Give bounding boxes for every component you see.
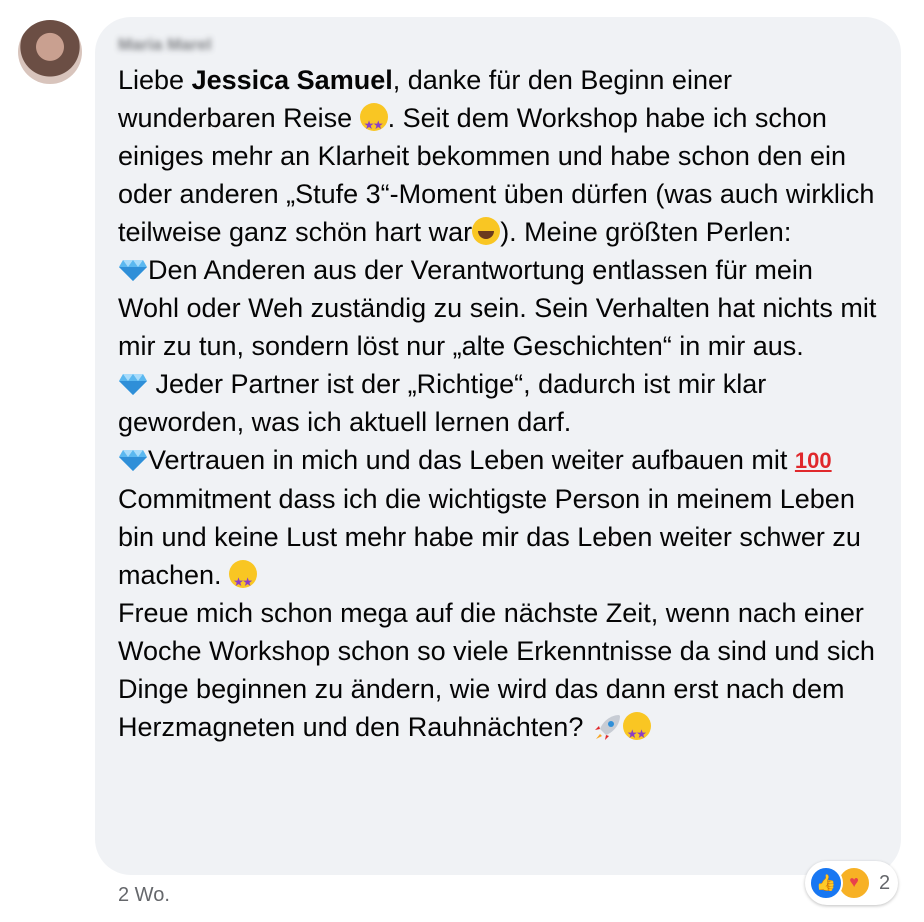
pearl-text: Jeder Partner ist der „Richtige“, dadurc… [118, 369, 774, 437]
pearl-text: Den Anderen aus der Verantwortung entlas… [118, 255, 884, 361]
closing-text: Freue mich schon mega auf die nächste Ze… [118, 598, 883, 742]
mention-link[interactable]: Jessica Samuel [192, 65, 393, 95]
like-reaction-icon: 👍 [809, 866, 843, 900]
greeting-text: Liebe [118, 65, 192, 95]
star-struck-emoji-icon [622, 712, 651, 753]
comment-timestamp[interactable]: 2 Wo. [118, 884, 170, 907]
gem-emoji-icon [119, 450, 147, 471]
sweat-smile-emoji-icon [472, 217, 501, 245]
gem-emoji-icon [119, 260, 147, 281]
reactions-summary[interactable]: 👍 ♥ 2 [805, 861, 899, 905]
gem-emoji-icon [119, 374, 147, 395]
star-struck-emoji-icon [229, 560, 258, 601]
hundred-points-emoji-icon: 100 [794, 448, 832, 473]
paragraph-text: ). Meine größten Perlen: [500, 217, 792, 247]
rocket-emoji-icon [594, 715, 620, 740]
comment-bubble: Maria Marel Liebe Jessica Samuel, danke … [95, 17, 901, 875]
comment-text: Liebe Jessica Samuel, danke für den Begi… [118, 61, 877, 753]
reaction-count: 2 [879, 871, 891, 894]
pearl-text: Vertrauen in mich und das Leben weiter a… [148, 445, 795, 475]
author-avatar[interactable] [18, 20, 82, 84]
author-name[interactable]: Maria Marel [118, 35, 212, 55]
star-struck-emoji-icon [359, 103, 388, 144]
